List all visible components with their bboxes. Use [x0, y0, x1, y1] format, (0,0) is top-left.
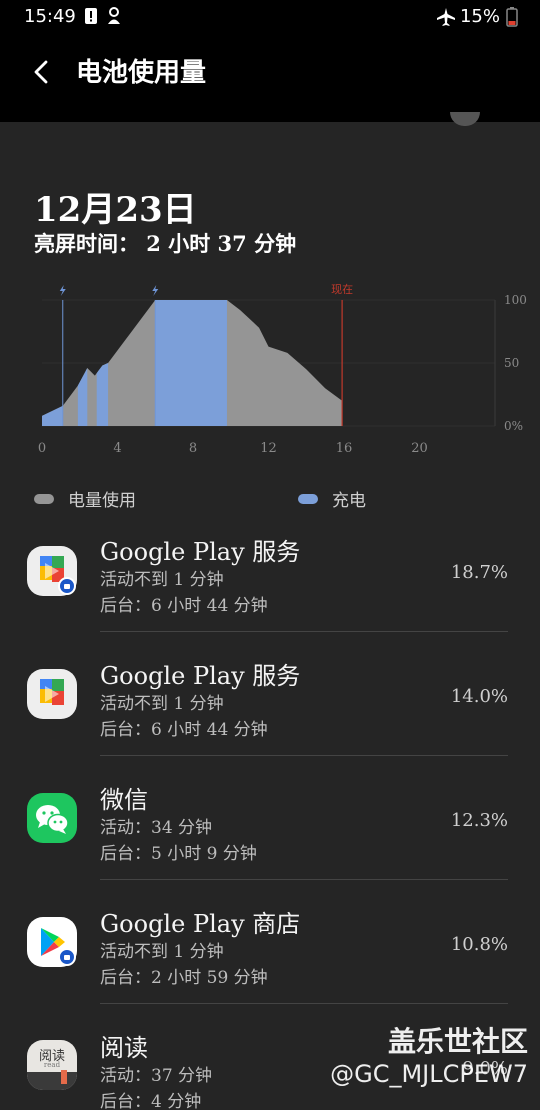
charging-area: [77, 368, 88, 426]
alert-notification-icon: [85, 8, 97, 24]
read-icon-bookmark: [61, 1070, 67, 1084]
y-tick-label: 0%: [504, 419, 523, 433]
app-usage-percent: 12.3%: [450, 810, 508, 831]
options-knob[interactable]: [450, 112, 480, 126]
charging-area: [96, 363, 109, 426]
google-play-store-icon: [27, 917, 77, 967]
y-tick-label: 50: [504, 356, 519, 370]
lightning-icon: [152, 285, 159, 296]
app-usage-percent: 14.0%: [450, 686, 508, 707]
x-tick-label: 20: [411, 441, 428, 456]
app-usage-percent: 10.8%: [450, 934, 508, 955]
app-name: Google Play 服务: [100, 538, 301, 566]
x-tick-label: 4: [113, 441, 121, 456]
app-name: 微信: [100, 786, 148, 814]
app-bar: 电池使用量: [0, 34, 540, 122]
x-tick-label: 16: [336, 441, 353, 456]
read-icon-book: [27, 1072, 77, 1090]
read-icon-subtext: read: [43, 1061, 61, 1069]
app-active-time: 活动不到 1 分钟: [100, 942, 224, 962]
y-tick-label: 100: [504, 293, 527, 307]
app-background-time: 后台：6 小时 44 分钟: [100, 596, 268, 616]
app-row-google-play-store[interactable]: Google Play 商店 活动不到 1 分钟 后台：2 小时 59 分钟 1…: [0, 880, 540, 1004]
status-time: 15:49: [24, 6, 76, 27]
google-play-services-icon: [27, 669, 77, 719]
app-background-time: 后台：5 小时 9 分钟: [100, 844, 257, 864]
watermark-user: @GC_MJLCPEW7: [330, 1060, 528, 1088]
back-button[interactable]: [24, 52, 64, 92]
app-row-google-play-services-1[interactable]: Google Play 服务 活动不到 1 分钟 后台：6 小时 44 分钟 1…: [0, 508, 540, 632]
screen-on-time: 亮屏时间： 2 小时 37 分钟: [34, 231, 297, 256]
airplane-mode-icon: [437, 8, 455, 26]
app-notification-icon: [108, 7, 120, 24]
lightning-icon: [59, 285, 66, 296]
app-background-time: 后台：2 小时 59 分钟: [100, 968, 268, 988]
google-play-services-icon: [27, 546, 77, 596]
chevron-left-icon: [34, 60, 48, 84]
app-background-time: 后台：6 小时 44 分钟: [100, 720, 268, 740]
usage-swatch: [34, 493, 54, 504]
battery-percent: 15%: [459, 6, 500, 27]
now-label: 现在: [331, 283, 353, 296]
app-name: Google Play 服务: [100, 662, 301, 690]
charging-area: [42, 405, 63, 426]
app-active-time: 活动：37 分钟: [100, 1066, 213, 1086]
battery-usage-chart: 现在 0 4 8 12 16 20 100 50 0%: [38, 283, 527, 456]
wechat-icon: [27, 793, 77, 843]
x-tick-label: 0: [38, 441, 46, 456]
x-tick-label: 12: [260, 441, 277, 456]
watermark-title: 盖乐世社区: [387, 1025, 528, 1058]
app-name: Google Play 商店: [100, 910, 301, 938]
app-active-time: 活动不到 1 分钟: [100, 570, 224, 590]
usage-date: 12月23日: [34, 190, 197, 230]
app-active-time: 活动不到 1 分钟: [100, 694, 224, 714]
app-active-time: 活动：34 分钟: [100, 818, 213, 838]
app-background-time: 后台：4 分钟: [100, 1092, 202, 1110]
app-name: 阅读: [100, 1034, 148, 1062]
app-row-wechat[interactable]: 微信 活动：34 分钟 后台：5 小时 9 分钟 12.3%: [0, 756, 540, 880]
app-row-google-play-services-2[interactable]: Google Play 服务 活动不到 1 分钟 后台：6 小时 44 分钟 1…: [0, 632, 540, 756]
status-bar: 15:49 15%: [0, 0, 540, 34]
read-app-icon: 阅读 read: [27, 1040, 77, 1090]
charging-swatch: [298, 493, 318, 504]
page-title: 电池使用量: [76, 58, 207, 88]
charging-area: [155, 300, 227, 426]
battery-icon: [506, 7, 518, 27]
app-usage-percent: 18.7%: [450, 562, 508, 583]
x-tick-label: 8: [189, 441, 197, 456]
